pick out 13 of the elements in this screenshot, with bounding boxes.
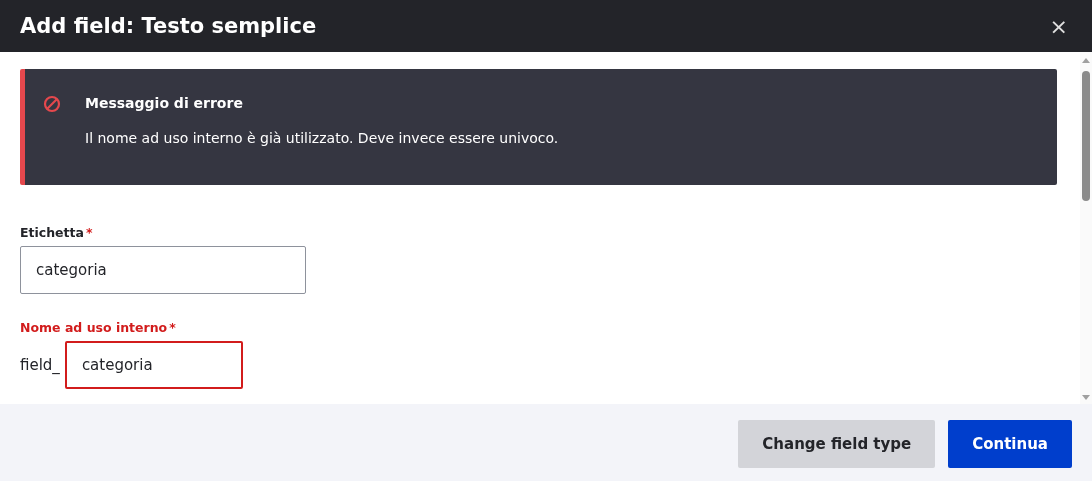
scrollbar[interactable] [1080,52,1092,404]
close-button[interactable]: × [1045,13,1072,39]
input-field[interactable]: categoria [20,246,306,294]
input-field[interactable]: categoria [64,341,243,389]
dialog-title: Add field: Testo semplice [20,14,317,38]
field-label: Etichetta * [20,225,93,240]
error-title: Messaggio di errore [85,95,244,111]
secondary-button[interactable]: Change field type [738,420,936,468]
field-label: Nome ad uso interno * [20,320,176,335]
field-prefix: field_ [20,356,60,374]
error-icon [43,95,61,113]
error-text: Il nome ad uso interno è già utilizzato. Deve invece essere univoco. [85,130,559,146]
continue-button[interactable]: Continua [948,420,1072,468]
